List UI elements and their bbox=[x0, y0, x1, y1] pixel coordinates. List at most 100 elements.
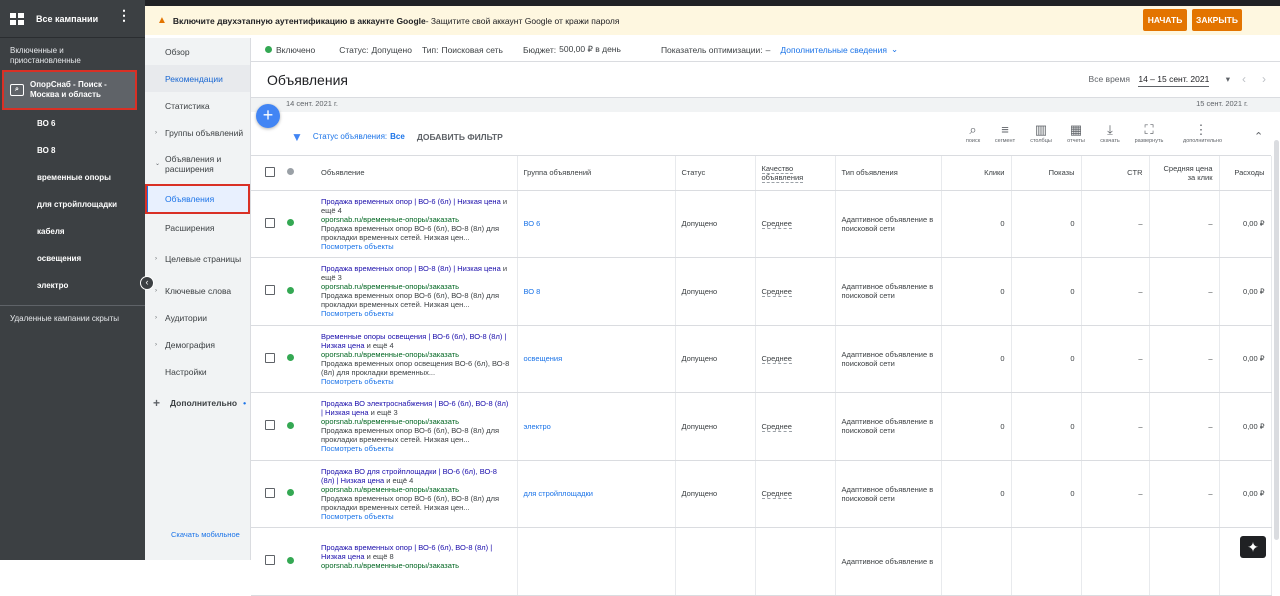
row-checkbox[interactable] bbox=[265, 555, 275, 565]
nav-item[interactable]: Рекомендации bbox=[145, 65, 250, 92]
sidebar-ad-group-item[interactable]: кабеля bbox=[0, 218, 145, 245]
download-tool[interactable]: ⤓скачать bbox=[1092, 122, 1128, 144]
col-ad-group[interactable]: Группа объявлений bbox=[517, 156, 675, 190]
ad-more[interactable]: и ещё 3 bbox=[371, 408, 398, 417]
start-button[interactable]: НАЧАТЬ bbox=[1143, 9, 1187, 31]
nav-item[interactable]: Объявления bbox=[145, 184, 250, 214]
col-cpc[interactable]: Средняя цена за клик bbox=[1149, 156, 1219, 190]
quality-value[interactable]: Среднее bbox=[762, 489, 792, 499]
select-all-checkbox[interactable] bbox=[265, 167, 275, 177]
ad-group-link[interactable]: ВО 8 bbox=[524, 287, 541, 296]
add-button[interactable]: + bbox=[256, 104, 280, 128]
prev-period-icon[interactable]: ‹ bbox=[1242, 72, 1246, 86]
quality-value[interactable]: Среднее bbox=[762, 219, 792, 229]
nav-item[interactable]: ⌄Объявления и расширения bbox=[145, 146, 250, 182]
budget-value[interactable]: 500,00 ₽ в день bbox=[559, 44, 621, 55]
segment-tool[interactable]: ≡сегмент bbox=[987, 122, 1023, 144]
nav-item[interactable]: ›Демография bbox=[145, 331, 250, 358]
col-cost[interactable]: Расходы bbox=[1219, 156, 1271, 190]
row-checkbox[interactable] bbox=[265, 285, 275, 295]
col-clicks[interactable]: Клики bbox=[941, 156, 1011, 190]
sidebar-ad-group-item[interactable]: для стройплощадки bbox=[0, 191, 145, 218]
ad-headline[interactable]: Продажа временных опор | ВО-8 (8л) | Низ… bbox=[321, 264, 501, 273]
view-assets-link[interactable]: Посмотреть объекты bbox=[321, 242, 394, 251]
chevron-down-icon[interactable]: ⌄ bbox=[891, 44, 898, 55]
nav-item[interactable]: ›Целевые страницы bbox=[145, 241, 250, 277]
quality-value[interactable]: Среднее bbox=[762, 422, 792, 432]
col-ctr[interactable]: CTR bbox=[1081, 156, 1149, 190]
reports-tool[interactable]: ▦отчеты bbox=[1058, 122, 1094, 144]
ad-headline[interactable]: Продажа временных опор | ВО-6 (6л) | Низ… bbox=[321, 197, 501, 206]
view-assets-link[interactable]: Посмотреть объекты bbox=[321, 309, 394, 318]
nav-item[interactable]: Обзор bbox=[145, 38, 250, 65]
col-impressions[interactable]: Показы bbox=[1011, 156, 1081, 190]
row-select-cell[interactable] bbox=[251, 325, 281, 393]
columns-tool[interactable]: ▥столбцы bbox=[1023, 122, 1059, 144]
enabled-label[interactable]: Включено bbox=[276, 45, 315, 55]
quality-value[interactable]: Среднее bbox=[762, 287, 792, 297]
table-row[interactable]: Временные опоры освещения | ВО-6 (6л), В… bbox=[251, 325, 1271, 393]
add-filter-button[interactable]: ДОБАВИТЬ ФИЛЬТР bbox=[417, 132, 503, 142]
ad-headline[interactable]: Временные опоры освещения | ВО-6 (6л), В… bbox=[321, 332, 506, 350]
sidebar-ad-group-item[interactable]: освещения bbox=[0, 245, 145, 272]
filter-icon[interactable]: ▼ bbox=[291, 130, 303, 144]
quality-value[interactable]: Среднее bbox=[762, 354, 792, 364]
ad-group-link[interactable]: освещения bbox=[524, 354, 563, 363]
row-checkbox[interactable] bbox=[265, 420, 275, 430]
date-range-picker[interactable]: Все время 14 – 15 сент. 2021 ▾ bbox=[1089, 74, 1230, 85]
table-row[interactable]: Продажа ВО электроснабжения | ВО-6 (6л),… bbox=[251, 393, 1271, 461]
table-row[interactable]: Продажа временных опор | ВО-6 (6л), ВО-8… bbox=[251, 528, 1271, 596]
nav-item[interactable]: +Дополнительно• bbox=[145, 385, 250, 421]
sidebar-ad-group-item[interactable]: ВО 8 bbox=[0, 137, 145, 164]
nav-item[interactable]: ›Аудитории bbox=[145, 304, 250, 331]
view-assets-link[interactable]: Посмотреть объекты bbox=[321, 512, 394, 521]
ad-more[interactable]: и ещё 4 bbox=[386, 476, 413, 485]
col-quality[interactable]: Качество объявления bbox=[755, 156, 835, 190]
sidebar-ad-group-item[interactable]: временные опоры bbox=[0, 164, 145, 191]
nav-item[interactable]: ›Группы объявлений bbox=[145, 119, 250, 146]
more-details-link[interactable]: Дополнительные сведения bbox=[780, 45, 887, 55]
row-select-cell[interactable] bbox=[251, 190, 281, 258]
expand-tool[interactable]: ⛶развернуть bbox=[1131, 122, 1167, 144]
table-row[interactable]: Продажа временных опор | ВО-6 (6л) | Низ… bbox=[251, 190, 1271, 258]
row-select-cell[interactable] bbox=[251, 528, 281, 596]
all-campaigns-header[interactable]: Все кампании ⋮ bbox=[0, 0, 145, 38]
nav-item[interactable]: Настройки bbox=[145, 358, 250, 385]
collapse-up-icon[interactable]: ⌃ bbox=[1254, 130, 1263, 143]
col-ad[interactable]: Объявление bbox=[315, 156, 517, 190]
dropdown-icon[interactable]: ▾ bbox=[1226, 74, 1230, 84]
close-button[interactable]: ЗАКРЫТЬ bbox=[1192, 9, 1242, 31]
view-assets-link[interactable]: Посмотреть объекты bbox=[321, 377, 394, 386]
row-checkbox[interactable] bbox=[265, 353, 275, 363]
col-ad-type[interactable]: Тип объявления bbox=[835, 156, 941, 190]
table-row[interactable]: Продажа временных опор | ВО-8 (8л) | Низ… bbox=[251, 258, 1271, 326]
ad-group-link[interactable]: электро bbox=[524, 422, 551, 431]
vertical-scrollbar[interactable] bbox=[1274, 140, 1279, 540]
download-mobile-link[interactable]: Скачать мобильное bbox=[145, 530, 251, 560]
nav-item[interactable]: Статистика bbox=[145, 92, 250, 119]
sidebar-ad-group-item[interactable]: электро bbox=[0, 272, 145, 299]
row-select-cell[interactable] bbox=[251, 393, 281, 461]
view-assets-link[interactable]: Посмотреть объекты bbox=[321, 444, 394, 453]
row-checkbox[interactable] bbox=[265, 488, 275, 498]
next-period-icon[interactable]: › bbox=[1262, 72, 1266, 86]
campaign-item-selected[interactable]: ⌕ ОпорСнаб - Поиск - Москва и область bbox=[2, 70, 137, 110]
more-vert-icon[interactable]: ⋮ bbox=[117, 12, 131, 18]
status-filter-value[interactable]: Все bbox=[390, 132, 405, 141]
search-tool[interactable]: ⌕поиск bbox=[955, 122, 991, 144]
nav-item[interactable]: ›Ключевые слова bbox=[145, 277, 250, 304]
status-filter-label[interactable]: Статус объявления: bbox=[313, 132, 387, 141]
col-status[interactable]: Статус bbox=[675, 156, 755, 190]
ad-headline[interactable]: Продажа временных опор | ВО-6 (6л), ВО-8… bbox=[321, 543, 492, 561]
sidebar-ad-group-item[interactable]: ВО 6 bbox=[0, 110, 145, 137]
feedback-icon[interactable]: ✦ bbox=[1240, 536, 1266, 558]
row-select-cell[interactable] bbox=[251, 258, 281, 326]
table-row[interactable]: Продажа ВО для стройплощадки | ВО-6 (6л)… bbox=[251, 460, 1271, 528]
row-select-cell[interactable] bbox=[251, 460, 281, 528]
ad-more[interactable]: и ещё 4 bbox=[367, 341, 394, 350]
nav-item[interactable]: Расширения bbox=[145, 214, 250, 241]
ad-group-link[interactable]: для стройплощадки bbox=[524, 489, 594, 498]
ad-headline[interactable]: Продажа ВО электроснабжения | ВО-6 (6л),… bbox=[321, 399, 508, 417]
ad-group-link[interactable]: ВО 6 bbox=[524, 219, 541, 228]
more-tool[interactable]: ⋮дополнительно bbox=[1183, 122, 1219, 144]
